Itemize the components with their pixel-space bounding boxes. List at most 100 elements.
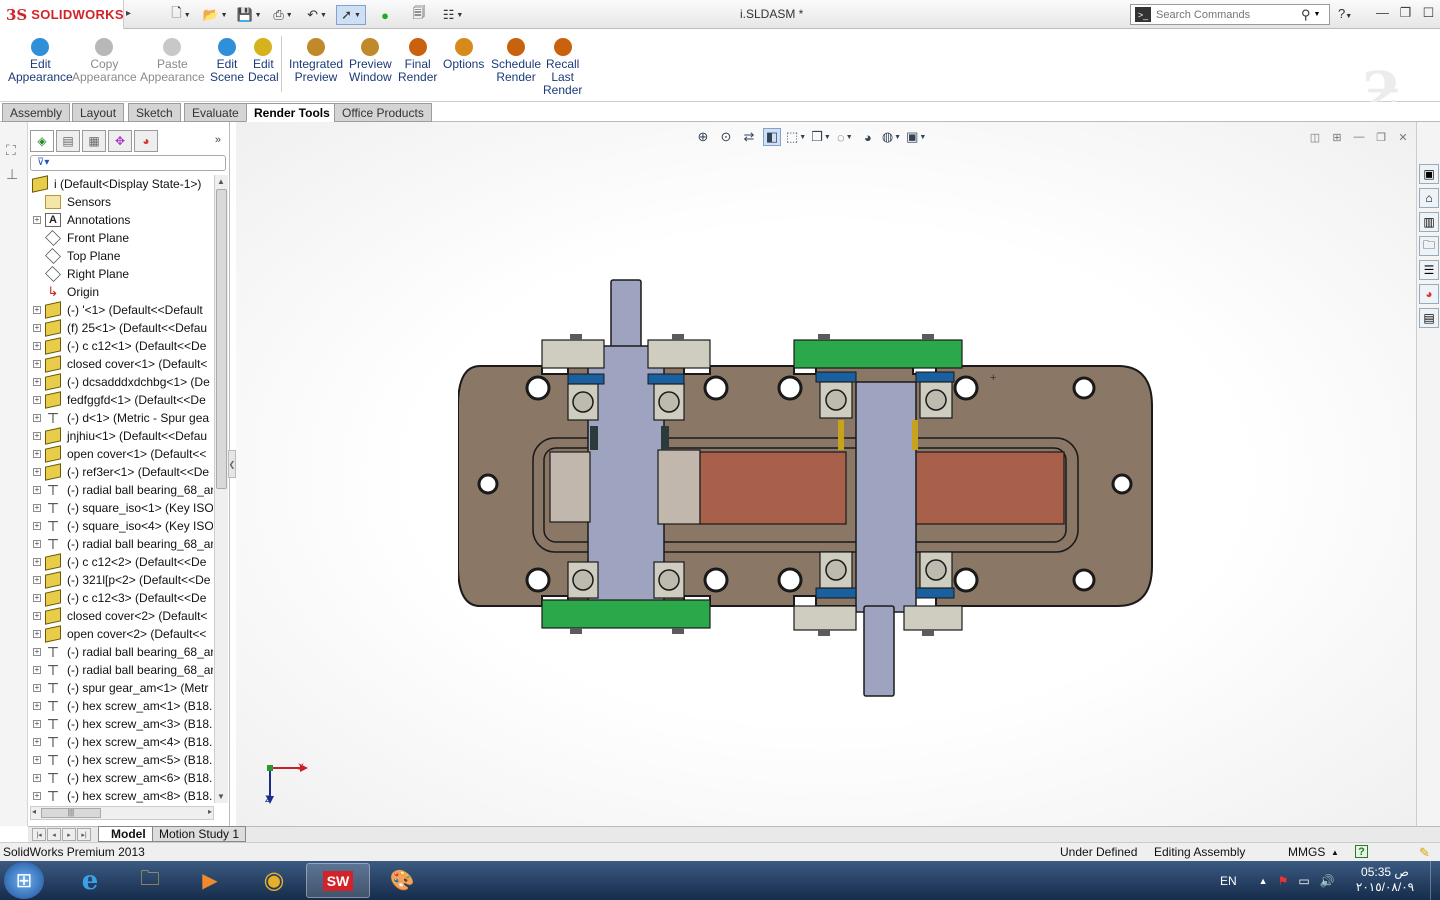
show-desktop-button[interactable] <box>1430 861 1440 900</box>
solidworks-logo[interactable]: 3S SOLIDWORKS <box>0 0 124 29</box>
units-arrow-icon[interactable]: ▲ <box>1331 848 1339 857</box>
scroll-up-icon[interactable]: ▲ <box>217 177 225 186</box>
viewport-minimize-icon[interactable]: — <box>1352 130 1366 144</box>
help-button[interactable]: ?▼ <box>1338 6 1352 21</box>
tree-item[interactable]: + open cover<2> (Default<< <box>28 625 213 643</box>
tree-item[interactable]: + ⊤ (-) hex screw_am<3> (B18. <box>28 715 213 733</box>
graphics-area[interactable]: ⊕⊙⇄◧⬚▼❒▼◌▼◕◍▼▣▼ ◫⊞—❐✕ <box>236 122 1416 826</box>
tree-item[interactable]: + (-) '<1> (Default<<Default <box>28 301 213 319</box>
restore-icon[interactable]: ❐ <box>1397 4 1414 21</box>
tree-item[interactable]: + (-) 321l[p<2> (Default<<De <box>28 571 213 589</box>
tree-item[interactable]: + ⊤ (-) hex screw_am<4> (B18. <box>28 733 213 751</box>
expand-icon[interactable]: + <box>33 684 41 692</box>
section-view-button[interactable]: ◧ <box>763 128 781 146</box>
units-selector[interactable]: MMGS <box>1288 845 1325 859</box>
tree-item[interactable]: + ⊤ (-) radial ball bearing_68_ar <box>28 643 213 661</box>
prev-tab-icon[interactable]: ◂ <box>47 828 61 841</box>
expand-icon[interactable]: + <box>33 576 41 584</box>
expand-icon[interactable]: + <box>33 396 41 404</box>
ribbon-button-7[interactable]: Final Render <box>398 38 437 84</box>
expand-icon[interactable]: + <box>33 216 41 224</box>
tab-dimxpert[interactable]: ✥ <box>108 130 132 152</box>
expand-icon[interactable]: + <box>33 450 41 458</box>
expand-icon[interactable]: + <box>33 558 41 566</box>
viewport-tile-icon[interactable]: ⊞ <box>1330 130 1344 144</box>
expand-icon[interactable]: + <box>33 468 41 476</box>
rebuild-button[interactable]: ● <box>370 5 400 25</box>
tree-item[interactable]: + ⊤ (-) square_iso<4> (Key ISO <box>28 517 213 535</box>
ribbon-button-5[interactable]: Integrated Preview <box>289 38 343 84</box>
expand-panel-icon[interactable]: » <box>215 134 221 146</box>
expand-icon[interactable]: + <box>33 360 41 368</box>
tab-assembly[interactable]: Assembly <box>2 103 71 122</box>
tree-root[interactable]: i (Default<Display State-1>) <box>28 175 213 193</box>
tree-vertical-scrollbar[interactable]: ▲ ▼ <box>214 175 228 803</box>
tab-configuration-manager[interactable]: ▦ <box>82 130 106 152</box>
viewport-close-icon[interactable]: ✕ <box>1396 130 1410 144</box>
view-palette-icon[interactable]: ☰ <box>1419 260 1439 280</box>
next-tab-icon[interactable]: ▸ <box>62 828 76 841</box>
open-button[interactable]: 📂 ▼ <box>200 5 230 25</box>
custom-properties-icon[interactable]: ▤ <box>1419 308 1439 328</box>
edit-appearance-button[interactable]: ◕ <box>859 128 877 146</box>
expand-icon[interactable]: + <box>33 306 41 314</box>
expand-icon[interactable]: + <box>33 648 41 656</box>
viewport-restore-icon[interactable]: ❐ <box>1374 130 1388 144</box>
hide-show-items-button[interactable]: ◌ ▼ <box>836 128 854 146</box>
tree-item[interactable]: + ⊤ (-) hex screw_am<5> (B18. <box>28 751 213 769</box>
tab-render-tools[interactable]: Render Tools <box>246 103 338 122</box>
file-explorer-icon[interactable]: 🗀 <box>1419 236 1439 256</box>
save-button[interactable]: 💾 ▼ <box>234 5 264 25</box>
ribbon-button-8[interactable]: Options <box>443 38 484 71</box>
expand-icon[interactable]: + <box>33 486 41 494</box>
tree-item[interactable]: Sensors <box>28 193 213 211</box>
expand-icon[interactable]: + <box>33 756 41 764</box>
design-library-icon[interactable]: ▥ <box>1419 212 1439 232</box>
tree-item[interactable]: + A Annotations <box>28 211 213 229</box>
expand-icon[interactable]: + <box>33 666 41 674</box>
viewport-split-icon[interactable]: ◫ <box>1308 130 1322 144</box>
panel-splitter[interactable]: ❮ <box>228 450 236 478</box>
tree-item[interactable]: + fedfggfd<1> (Default<<De <box>28 391 213 409</box>
network-icon[interactable]: ▭ <box>1298 874 1309 888</box>
appearances-icon[interactable]: ◕ <box>1419 284 1439 304</box>
expand-icon[interactable]: + <box>33 378 41 386</box>
tab-display-manager[interactable]: ◕ <box>134 130 158 152</box>
first-tab-icon[interactable]: |◂ <box>32 828 46 841</box>
action-center-icon[interactable]: ⚑ <box>1278 874 1289 888</box>
gearbox-model[interactable] <box>458 276 1158 706</box>
tree-item[interactable]: + ⊤ (-) square_iso<1> (Key ISO <box>28 499 213 517</box>
search-input[interactable] <box>1156 8 1301 21</box>
tree-filter[interactable]: ⊽▾ <box>30 155 226 171</box>
tab-motion-study[interactable]: Motion Study 1 <box>152 826 247 842</box>
menu-arrow-icon[interactable]: ▸ <box>126 8 131 19</box>
expand-icon[interactable]: + <box>33 792 41 800</box>
taskbar-paint[interactable]: 🎨 <box>370 863 434 898</box>
tree-item[interactable]: ↳ Origin <box>28 283 213 301</box>
ribbon-button-3[interactable]: Edit Scene <box>210 38 244 84</box>
rebuild-icon[interactable]: ✎ <box>1419 845 1430 861</box>
taskbar-solidworks[interactable]: SW <box>306 863 370 898</box>
tree-item[interactable]: Front Plane <box>28 229 213 247</box>
tree-item[interactable]: + (-) c c12<1> (Default<<De <box>28 337 213 355</box>
ribbon-button-1[interactable]: Copy Appearance <box>72 38 137 84</box>
ribbon-button-10[interactable]: Recall Last Render <box>543 38 582 97</box>
expand-icon[interactable]: + <box>33 342 41 350</box>
tree-item[interactable]: + (-) ref3er<1> (Default<<De <box>28 463 213 481</box>
tree-item[interactable]: + ⊤ (-) hex screw_am<8> (B18. <box>28 787 213 803</box>
zoom-to-area-button[interactable]: ⊙ <box>717 128 735 146</box>
tab-property-manager[interactable]: ▤ <box>56 130 80 152</box>
tree-item[interactable]: + closed cover<1> (Default< <box>28 355 213 373</box>
tree-item[interactable]: + ⊤ (-) radial ball bearing_68_ar <box>28 661 213 679</box>
last-tab-icon[interactable]: ▸| <box>77 828 91 841</box>
tree-item[interactable]: + (-) c c12<3> (Default<<De <box>28 589 213 607</box>
start-button[interactable]: ⊞ <box>4 862 44 899</box>
tree-item[interactable]: + ⊤ (-) radial ball bearing_68_ar <box>28 481 213 499</box>
view-settings-button[interactable]: ▣ ▼ <box>906 128 926 146</box>
tree-item[interactable]: + ⊤ (-) radial ball bearing_68_ar <box>28 535 213 553</box>
previous-view-button[interactable]: ⇄ <box>740 128 758 146</box>
taskbar-explorer[interactable]: 🗀 <box>118 863 182 898</box>
show-hidden-icons[interactable]: ▲ <box>1259 876 1268 886</box>
tree-item[interactable]: + closed cover<2> (Default< <box>28 607 213 625</box>
expand-icon[interactable]: + <box>33 540 41 548</box>
